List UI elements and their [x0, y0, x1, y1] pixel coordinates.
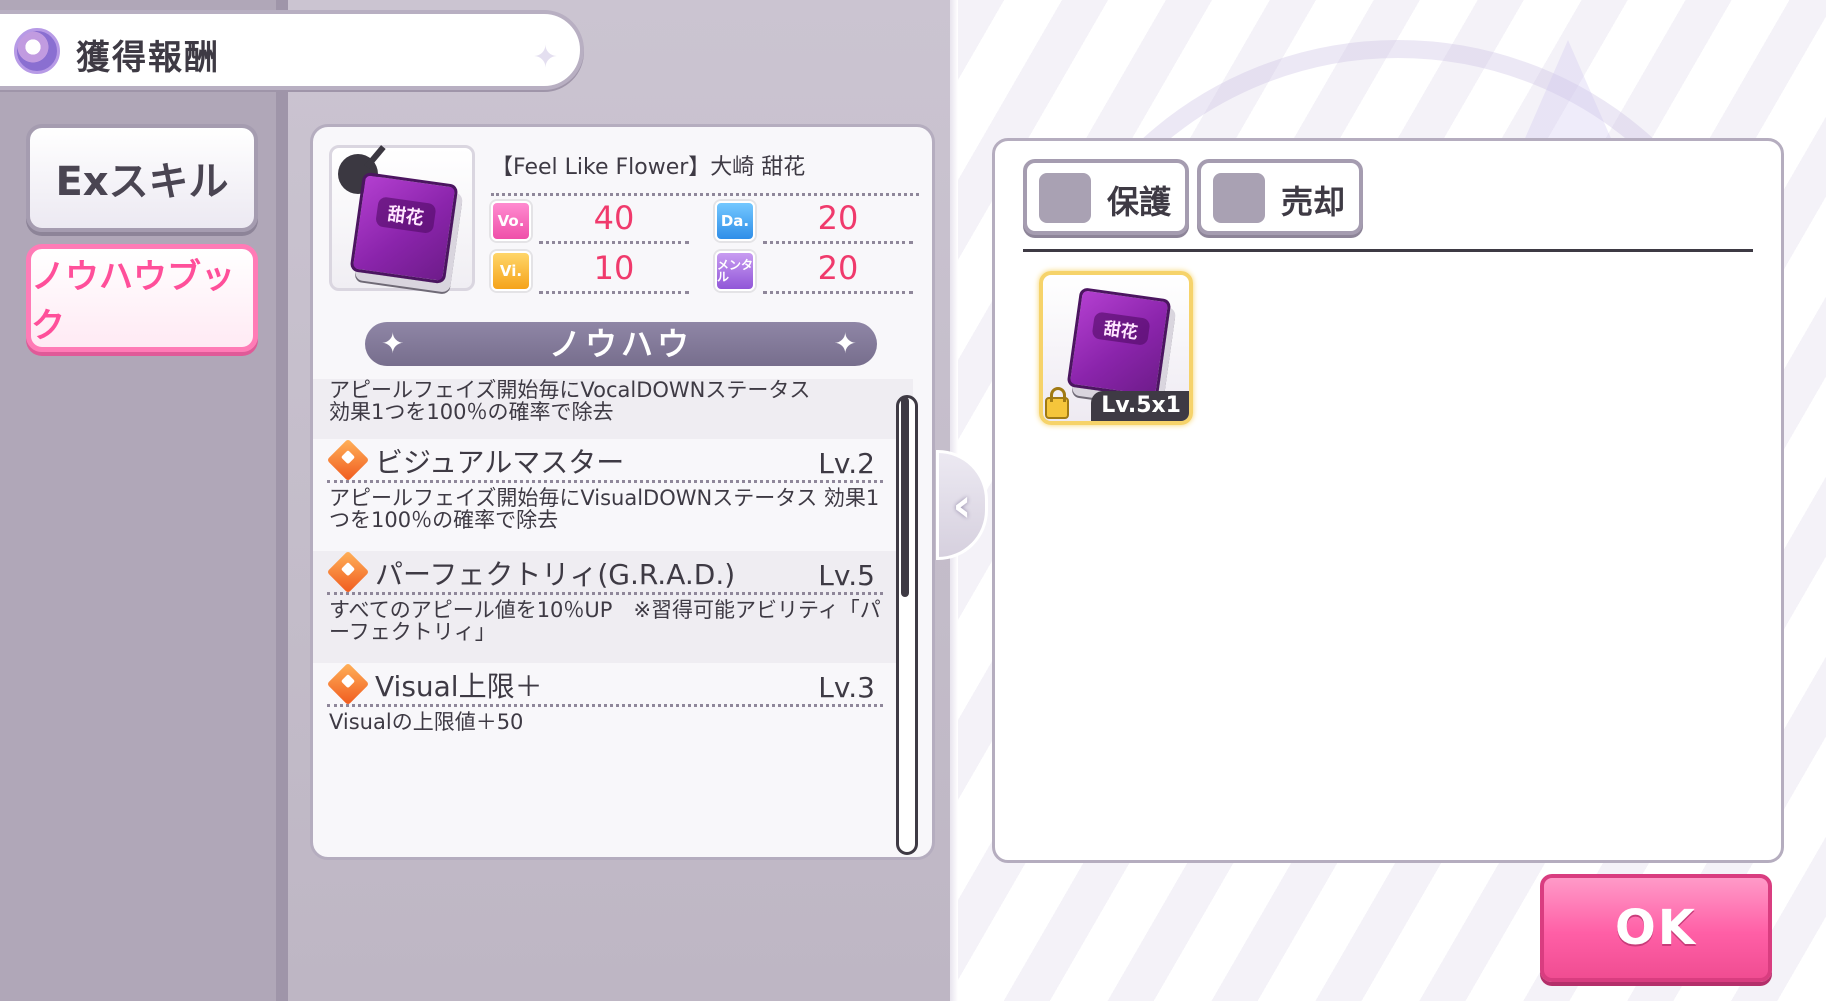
ability-header: パーフェクトリィ(G.R.A.D.) Lv.5 — [326, 550, 883, 595]
ability-up-icon — [326, 550, 370, 594]
dance-badge: Da. — [715, 201, 755, 241]
book-icon: 甜花 — [1066, 287, 1172, 399]
stat-visual: Vi. 10 — [491, 247, 691, 295]
ability-name: Visual上限＋ — [375, 670, 543, 703]
ability-description: アピールフェイズ開始毎にVisualDOWNステータス 効果1つを100％の確率… — [329, 486, 880, 532]
sparkle-icon: ✦ — [532, 40, 558, 75]
visual-value: 10 — [539, 249, 689, 294]
book-title-label: 甜花 — [1091, 311, 1151, 346]
checkbox-icon — [1039, 173, 1091, 223]
card-name: 【Feel Like Flower】大崎 甜花 — [491, 149, 919, 196]
checkbox-icon — [1213, 173, 1265, 223]
ability-up-icon — [326, 438, 370, 482]
ability-description: アピールフェイズ開始毎にVocalDOWNステータス 効果1つを100％の確率で… — [329, 379, 811, 424]
ability-level: Lv.2 — [818, 447, 875, 480]
list-item: Visual上限＋ Lv.3 Visualの上限値＋50 — [313, 662, 913, 775]
chevron-left-icon: ‹ — [952, 478, 972, 532]
reward-items-panel: 保護 売却 甜花 Lv.5x1 — [992, 138, 1784, 863]
vocal-value: 40 — [539, 199, 689, 244]
vocal-badge: Vo. — [491, 201, 531, 241]
stat-vocal: Vo. 40 — [491, 197, 691, 245]
star-icon: ✦ — [833, 327, 861, 360]
reward-icon — [14, 28, 60, 74]
ability-level: Lv.3 — [818, 671, 875, 704]
stat-dance: Da. 20 — [715, 197, 915, 245]
lock-icon — [1045, 387, 1069, 419]
page-title: 獲得報酬 — [76, 38, 220, 78]
divider — [1023, 249, 1753, 252]
knowhow-section-banner: ✦ ノウハウ ✦ — [365, 322, 877, 366]
list-item: パーフェクトリィ(G.R.A.D.) Lv.5 すべてのアピール値を10％UP … — [313, 550, 913, 663]
sell-toggle[interactable]: 売却 — [1197, 159, 1363, 235]
item-level-count: Lv.5x1 — [1091, 391, 1189, 421]
ability-name: パーフェクトリィ(G.R.A.D.) — [375, 558, 736, 591]
tab-exskill[interactable]: Exスキル — [26, 124, 258, 232]
ability-name: ビジュアルマスター — [375, 446, 625, 479]
sell-label: 売却 — [1281, 183, 1346, 221]
list-item: アピールフェイズ開始毎にVocalDOWNステータス 効果1つを100％の確率で… — [313, 379, 913, 439]
visual-badge: Vi. — [491, 251, 531, 291]
tab-knowhow-book[interactable]: ノウハウブック — [26, 244, 258, 352]
ability-list[interactable]: アピールフェイズ開始毎にVocalDOWNステータス 効果1つを100％の確率で… — [313, 379, 913, 849]
dance-value: 20 — [763, 199, 913, 244]
knowhow-detail-panel: 甜花 【Feel Like Flower】大崎 甜花 Vo. 40 Da. 20… — [310, 124, 935, 860]
stat-mental: メンタル 20 — [715, 247, 915, 295]
ability-up-icon — [326, 662, 370, 706]
protect-label: 保護 — [1107, 183, 1172, 221]
scrollbar-thumb[interactable] — [901, 397, 909, 597]
ability-description: Visualの上限値＋50 — [329, 710, 524, 734]
protect-toggle[interactable]: 保護 — [1023, 159, 1189, 235]
mental-badge: メンタル — [715, 251, 755, 291]
section-title: ノウハウ — [548, 325, 693, 363]
knowhow-book-thumbnail[interactable]: 甜花 — [329, 145, 475, 291]
ability-level: Lv.5 — [818, 559, 875, 592]
ability-header: Visual上限＋ Lv.3 — [326, 662, 883, 707]
list-item: ビジュアルマスター Lv.2 アピールフェイズ開始毎にVisualDOWNステー… — [313, 438, 913, 551]
book-title-label: 甜花 — [375, 196, 437, 234]
mental-value: 20 — [763, 249, 913, 294]
ability-description: すべてのアピール値を10％UP ※習得可能アビリティ「パーフェクトリィ」 — [329, 598, 881, 644]
ability-header: ビジュアルマスター Lv.2 — [326, 438, 883, 483]
reward-item-knowhow-book[interactable]: 甜花 Lv.5x1 — [1039, 271, 1193, 425]
star-icon: ✦ — [381, 327, 409, 360]
book-icon: 甜花 — [349, 171, 459, 285]
ok-button[interactable]: OK — [1540, 874, 1772, 982]
reward-header: 獲得報酬 ✦ — [0, 10, 584, 90]
